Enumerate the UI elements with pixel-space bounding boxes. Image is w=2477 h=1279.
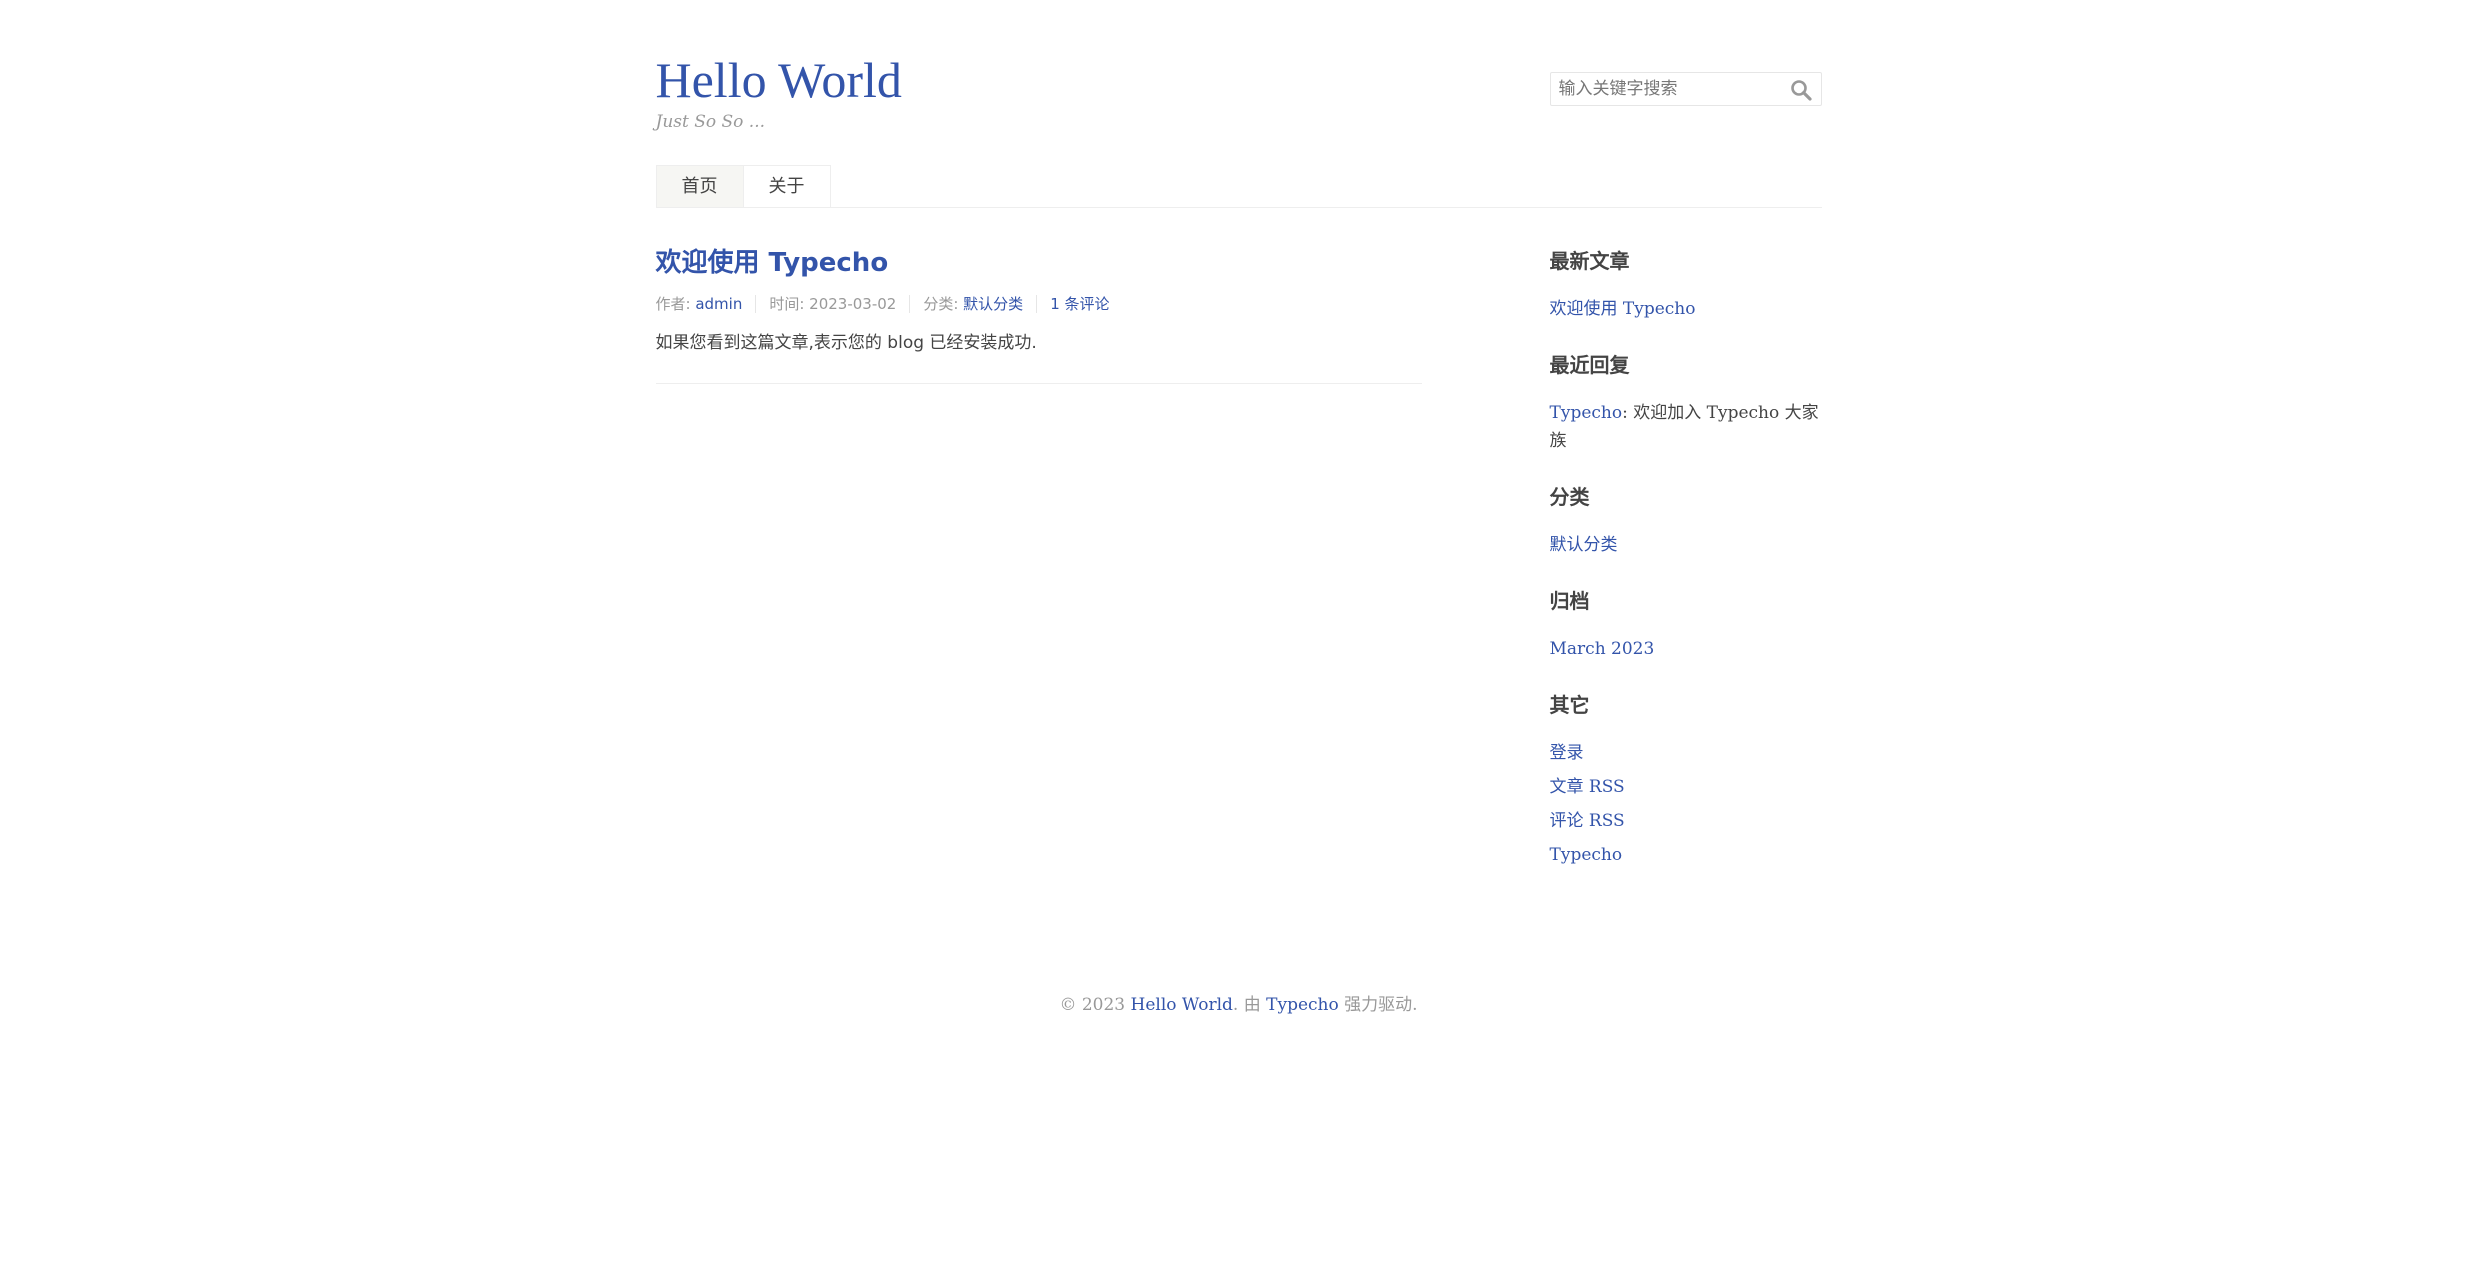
widget-archives: 归档 March 2023 xyxy=(1550,585,1822,663)
nav-item-home[interactable]: 首页 xyxy=(655,165,744,207)
post-category-link[interactable]: 默认分类 xyxy=(963,295,1023,313)
post-divider xyxy=(655,383,1422,384)
nav-item-about[interactable]: 关于 xyxy=(743,165,831,207)
post-meta-time-label: 时间: xyxy=(769,295,810,313)
footer-site-link[interactable]: Hello World xyxy=(1131,995,1233,1015)
search-button[interactable] xyxy=(1789,78,1815,102)
recent-comments-list: Typecho: 欢迎加入 Typecho 大家族 xyxy=(1550,399,1822,455)
list-item: Typecho xyxy=(1550,841,1822,869)
widget-title-archives: 归档 xyxy=(1549,589,1590,613)
post-meta-time: 时间: 2023-03-02 xyxy=(755,295,909,313)
post-title[interactable]: 欢迎使用 Typecho xyxy=(656,245,1422,281)
sidebar: 最新文章 欢迎使用 Typecho 最近回复 Typecho: 欢迎加入 Typ… xyxy=(1550,245,1822,895)
site-description: Just So So ... xyxy=(655,112,766,132)
search-input[interactable] xyxy=(1550,73,1785,105)
footer-powered-suffix: 强力驱动. xyxy=(1338,995,1418,1015)
post-meta-category-label: 分类: xyxy=(923,295,964,313)
recent-post-link[interactable]: 欢迎使用 Typecho xyxy=(1550,299,1696,319)
main-nav: 首页 关于 xyxy=(655,165,831,207)
footer-powered-prefix: . 由 xyxy=(1232,995,1267,1015)
login-link[interactable]: 登录 xyxy=(1550,743,1584,763)
widget-recent-posts: 最新文章 欢迎使用 Typecho xyxy=(1550,245,1822,323)
other-list: 登录 文章 RSS 评论 RSS Typecho xyxy=(1550,739,1822,869)
widget-other: 其它 登录 文章 RSS 评论 RSS Typecho xyxy=(1550,689,1822,869)
archive-link[interactable]: March 2023 xyxy=(1550,639,1655,659)
post-author-link[interactable]: admin xyxy=(695,295,742,313)
widget-title-other: 其它 xyxy=(1549,693,1590,717)
post-meta-comments: 1 条评论 xyxy=(1036,295,1122,313)
list-item: Typecho: 欢迎加入 Typecho 大家族 xyxy=(1550,399,1822,455)
page-container: Hello World Just So So ... 首页 关于 欢迎使用 Ty… xyxy=(655,0,1822,865)
post-meta: 作者: admin 时间: 2023-03-02 分类: 默认分类 1 条评论 xyxy=(656,295,1422,313)
site-header: Hello World Just So So ... 首页 关于 xyxy=(655,0,1822,208)
category-link[interactable]: 默认分类 xyxy=(1550,535,1618,555)
list-item: 评论 RSS xyxy=(1550,807,1822,835)
search-icon xyxy=(1790,80,1812,101)
footer-copyright: © 2023 xyxy=(1059,995,1131,1015)
recent-posts-list: 欢迎使用 Typecho xyxy=(1550,295,1822,323)
site-footer: © 2023 Hello World. 由 Typecho 强力驱动. xyxy=(0,990,2477,1015)
post-meta-category: 分类: 默认分类 xyxy=(909,295,1036,313)
site-title-link[interactable]: Hello World xyxy=(656,52,902,108)
post-comments-link[interactable]: 1 条评论 xyxy=(1050,295,1109,313)
post-meta-author: 作者: admin xyxy=(656,295,756,313)
widget-categories: 分类 默认分类 xyxy=(1550,481,1822,559)
typecho-link[interactable]: Typecho xyxy=(1550,845,1623,865)
list-item: 登录 xyxy=(1550,739,1822,767)
post-title-link[interactable]: 欢迎使用 Typecho xyxy=(656,248,889,278)
footer-typecho-link[interactable]: Typecho xyxy=(1266,995,1339,1015)
widget-title-categories: 分类 xyxy=(1549,485,1590,509)
list-item: 文章 RSS xyxy=(1550,773,1822,801)
post: 欢迎使用 Typecho 作者: admin 时间: 2023-03-02 分类… xyxy=(656,245,1422,357)
list-item: March 2023 xyxy=(1550,635,1822,663)
widget-title-recent-comments: 最近回复 xyxy=(1549,353,1630,377)
comment-separator: : xyxy=(1622,403,1634,423)
comment-author-link[interactable]: Typecho xyxy=(1550,403,1623,423)
comments-rss-link[interactable]: 评论 RSS xyxy=(1550,811,1625,831)
categories-list: 默认分类 xyxy=(1550,531,1822,559)
search-form xyxy=(1549,72,1822,106)
main-content: 欢迎使用 Typecho 作者: admin 时间: 2023-03-02 分类… xyxy=(655,245,1422,392)
widget-title-recent-posts: 最新文章 xyxy=(1549,249,1630,273)
list-item: 欢迎使用 Typecho xyxy=(1550,295,1822,323)
post-content: 如果您看到这篇文章,表示您的 blog 已经安装成功. xyxy=(655,333,1037,353)
widget-recent-comments: 最近回复 Typecho: 欢迎加入 Typecho 大家族 xyxy=(1550,349,1822,455)
post-meta-author-label: 作者: xyxy=(655,295,696,313)
site-title[interactable]: Hello World xyxy=(656,52,902,108)
list-item: 默认分类 xyxy=(1550,531,1822,559)
posts-rss-link[interactable]: 文章 RSS xyxy=(1550,777,1625,797)
archives-list: March 2023 xyxy=(1550,635,1822,663)
post-date: 2023-03-02 xyxy=(809,295,897,313)
